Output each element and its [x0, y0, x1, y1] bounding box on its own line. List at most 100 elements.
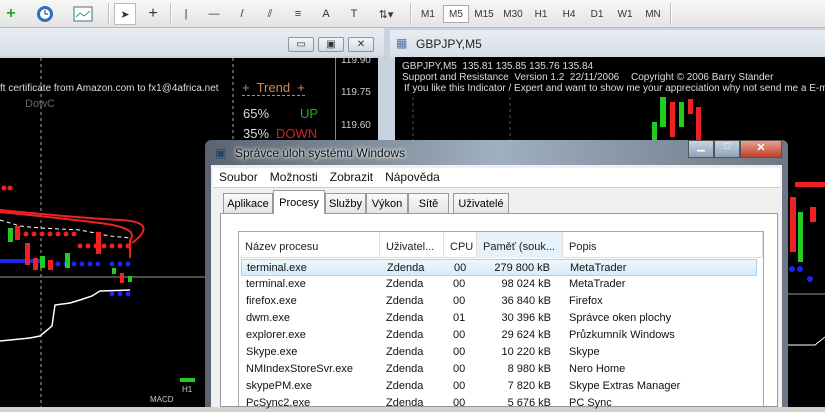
price-label: 119.60 [341, 120, 371, 131]
process-name: NMIndexStoreSvr.exe [246, 363, 353, 375]
column-cpu[interactable]: CPU [444, 232, 477, 258]
tab-procesy[interactable]: Procesy [273, 190, 325, 214]
timeframe-h4[interactable]: H4 [556, 5, 582, 23]
minimize-button[interactable]: ▭ [288, 37, 314, 52]
menu-zobrazit[interactable]: Zobrazit [324, 168, 379, 187]
process-name: PcSync2.exe [246, 397, 311, 409]
processes-panel: Název procesu Uživatel... CPU Paměť (sou… [220, 213, 778, 409]
tab-uzivatele[interactable]: Uživatelé [453, 193, 509, 213]
macd-label: MACD [150, 395, 174, 404]
process-row[interactable]: PcSync2.exe Zdenda 00 5 676 kB PC Sync [241, 395, 757, 412]
process-cpu: 01 [453, 312, 466, 324]
fibonacci-icon[interactable]: ≡ [288, 3, 308, 25]
process-cpu: 00 [453, 346, 466, 358]
process-description: MetaTrader [569, 278, 626, 290]
menu-moznosti[interactable]: Možnosti [264, 168, 324, 187]
process-user: Zdenda [386, 329, 424, 341]
tab-aplikace[interactable]: Aplikace [223, 193, 273, 213]
maximize-button[interactable]: ▣ [318, 37, 344, 52]
process-description: Firefox [569, 295, 603, 307]
timeframe-mn[interactable]: MN [640, 5, 666, 23]
task-manager-body: Soubor Možnosti Zobrazit Nápověda Aplika… [211, 165, 782, 409]
process-description: MetaTrader [570, 262, 627, 274]
timeframe-m30[interactable]: M30 [500, 5, 526, 23]
column-name[interactable]: Název procesu [239, 232, 380, 258]
minimize-button[interactable]: ▁ [688, 140, 714, 158]
menu-soubor[interactable]: Soubor [213, 168, 264, 187]
process-name: firefox.exe [246, 295, 297, 307]
process-cpu: 00 [453, 329, 466, 341]
trendline-icon[interactable]: / [232, 3, 252, 25]
process-description: Skype Extras Manager [569, 380, 681, 392]
indicators-icon[interactable] [70, 3, 96, 25]
close-button[interactable]: ✕ [740, 140, 782, 158]
process-memory: 7 820 kB [507, 380, 551, 392]
left-chart-titlebar: ▭ ▣ ✕ [0, 28, 384, 56]
process-name: skypePM.exe [246, 380, 313, 392]
column-memory[interactable]: Paměť (souk... [477, 232, 563, 258]
chart-window-icon: ▦ [396, 36, 408, 50]
menu-bar: Soubor Možnosti Zobrazit Nápověda [213, 168, 780, 188]
timeframe-m1[interactable]: M1 [415, 5, 441, 23]
tab-site[interactable]: Sítě [408, 193, 449, 213]
process-memory: 279 800 kB [494, 262, 550, 274]
clock-icon[interactable] [32, 3, 58, 25]
menu-napoveda[interactable]: Nápověda [379, 168, 446, 187]
up-percent: 65% [243, 106, 270, 121]
timeframe-d1[interactable]: D1 [584, 5, 610, 23]
process-row[interactable]: skypePM.exe Zdenda 00 7 820 kB Skype Extras … [241, 378, 757, 395]
window-controls: ▁ □ ✕ [688, 140, 782, 158]
copyright: Copyright © 2006 Barry Stander [631, 72, 774, 83]
process-cpu: 00 [453, 363, 466, 375]
trend-title: + Trend + [242, 80, 305, 96]
process-name: terminal.exe [246, 278, 306, 290]
indicator-info: Support and Resistance Version 1.2 22/11… [402, 72, 620, 83]
process-name: explorer.exe [246, 329, 306, 341]
column-description[interactable]: Popis [563, 232, 763, 258]
process-user: Zdenda [386, 295, 424, 307]
text-label-icon[interactable]: T [344, 3, 364, 25]
timeframe-w1[interactable]: W1 [612, 5, 638, 23]
process-user: Zdenda [386, 278, 424, 290]
process-row[interactable]: explorer.exe Zdenda 00 29 624 kB Průzkumník … [241, 327, 757, 344]
maximize-button[interactable]: □ [714, 140, 740, 158]
process-list[interactable]: Název procesu Uživatel... CPU Paměť (sou… [238, 231, 764, 409]
horizontal-line-icon[interactable]: — [204, 3, 224, 25]
process-row[interactable]: Skype.exe Zdenda 00 10 220 kB Skype [241, 344, 757, 361]
column-user[interactable]: Uživatel... [380, 232, 444, 258]
process-row[interactable]: firefox.exe Zdenda 00 36 840 kB Firefox [241, 293, 757, 310]
process-user: Zdenda [387, 262, 425, 274]
process-memory: 5 676 kB [507, 397, 551, 409]
toolbar: + ➤ + | — / ⫽ ≡ A T ⇅▾ M1 M5 M15 M30 H1 … [0, 0, 825, 28]
process-memory: 10 220 kB [501, 346, 551, 358]
process-row[interactable]: terminal.exe Zdenda 00 279 800 kB MetaTrader [241, 259, 757, 276]
timeframe-m15[interactable]: M15 [471, 5, 497, 23]
text-icon[interactable]: A [316, 3, 336, 25]
dow-label: DowC [25, 98, 55, 110]
process-description: Skype [569, 346, 600, 358]
tab-vykon[interactable]: Výkon [366, 193, 408, 213]
close-button[interactable]: ✕ [348, 37, 374, 52]
process-row[interactable]: terminal.exe Zdenda 00 98 024 kB MetaTrader [241, 276, 757, 293]
list-header: Název procesu Uživatel... CPU Paměť (sou… [239, 232, 763, 258]
timeframe-h1[interactable]: H1 [528, 5, 554, 23]
process-user: Zdenda [386, 380, 424, 392]
process-description: Správce oken plochy [569, 312, 672, 324]
process-row[interactable]: dwm.exe Zdenda 01 30 396 kB Správce oken plo… [241, 310, 757, 327]
process-memory: 98 024 kB [501, 278, 551, 290]
process-cpu: 00 [453, 397, 466, 409]
cursor-icon[interactable]: ➤ [114, 3, 136, 25]
new-chart-icon[interactable]: + [0, 3, 22, 25]
process-row[interactable]: NMIndexStoreSvr.exe Zdenda 00 8 980 kB Nero … [241, 361, 757, 378]
process-memory: 29 624 kB [501, 329, 551, 341]
tab-sluzby[interactable]: Služby [325, 193, 366, 213]
price-label: 119.75 [341, 87, 371, 98]
task-manager-window: ▣ Správce úloh systému Windows ▁ □ ✕ Sou… [205, 140, 788, 409]
equidistant-channel-icon[interactable]: ⫽ [260, 3, 280, 25]
process-description: Průzkumník Windows [569, 329, 675, 341]
process-cpu: 00 [454, 262, 467, 274]
vertical-line-icon[interactable]: | [176, 3, 196, 25]
arrows-icon[interactable]: ⇅▾ [372, 3, 400, 25]
timeframe-m5[interactable]: M5 [443, 5, 469, 23]
crosshair-icon[interactable]: + [142, 3, 164, 25]
